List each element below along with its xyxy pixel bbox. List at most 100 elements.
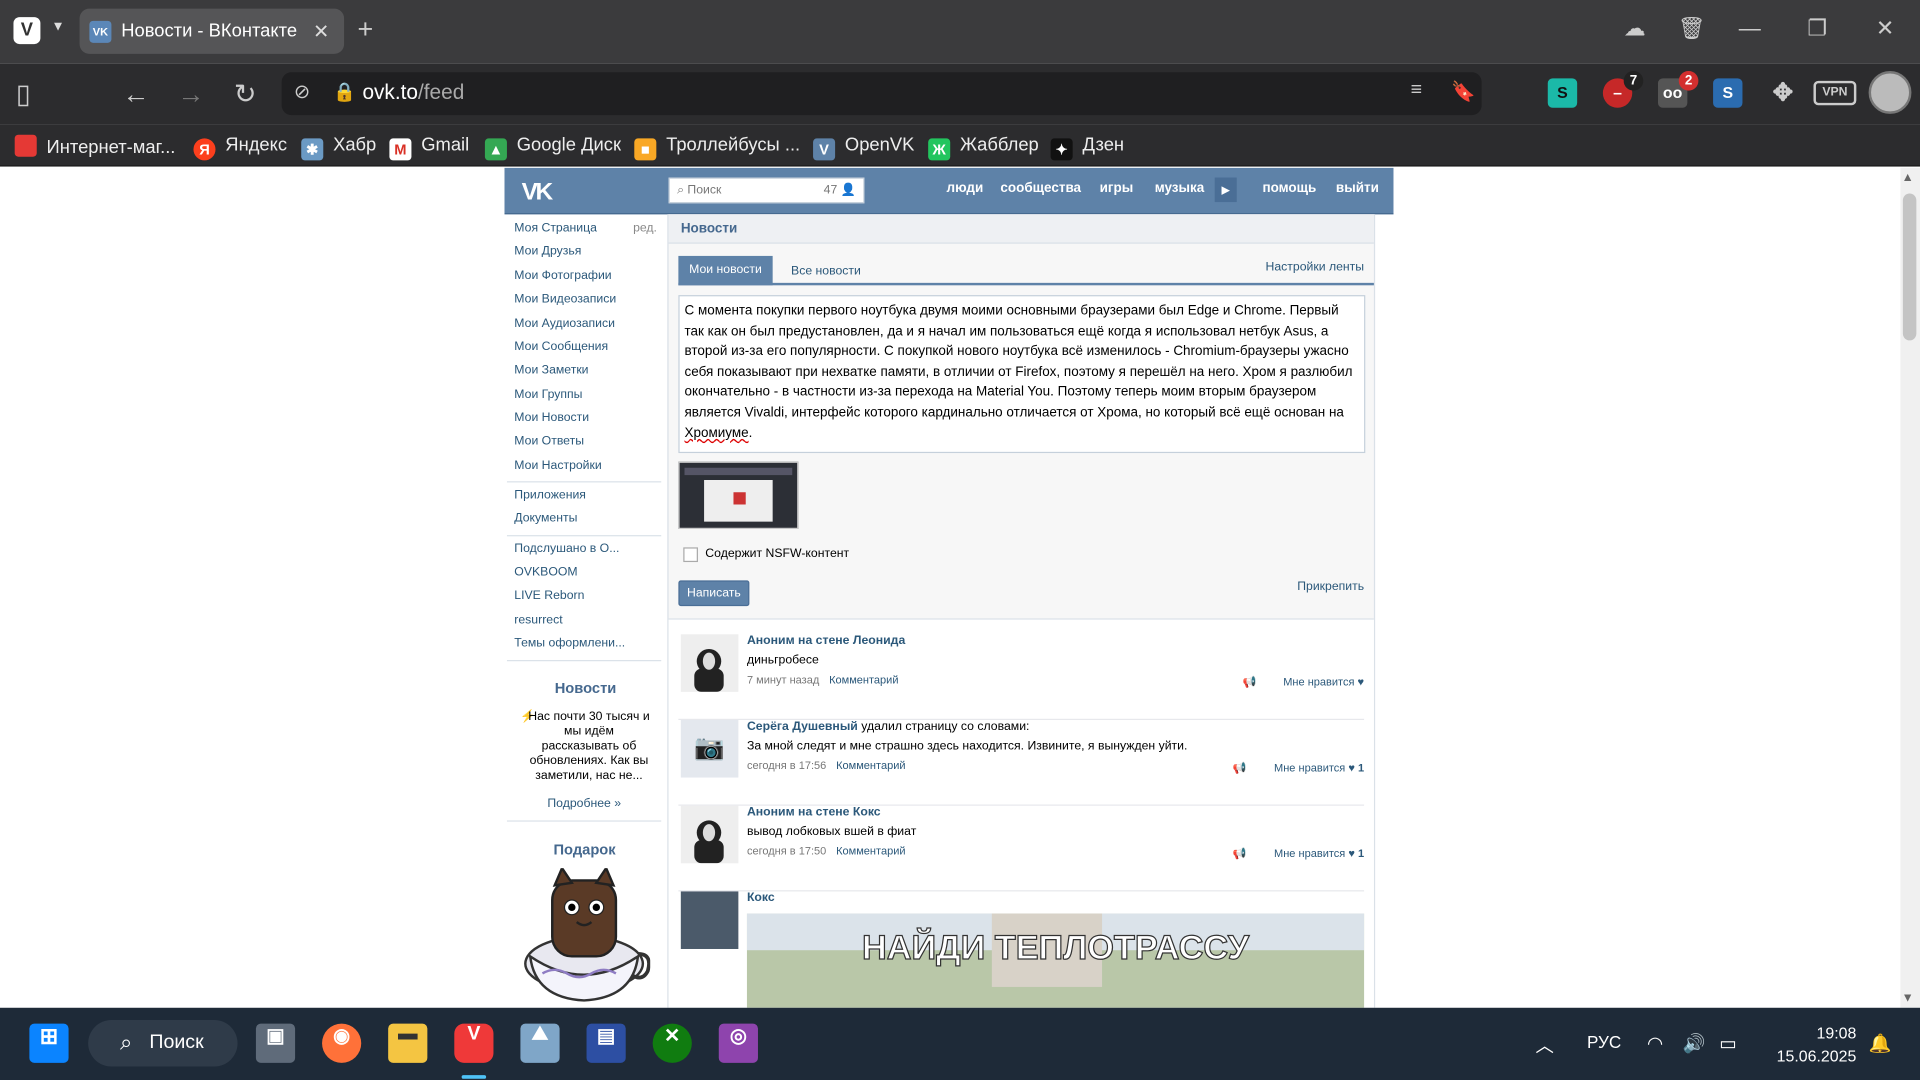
play-icon[interactable]: ▶ [1214, 177, 1237, 203]
menu-my-page[interactable]: Моя Страница [514, 222, 597, 235]
menu-news[interactable]: Мои Новости [514, 411, 589, 424]
menu-edit-link[interactable]: ред. [633, 222, 657, 235]
browser-tab[interactable]: VK Новости - ВКонтакте ✕ [79, 8, 345, 54]
menu-settings[interactable]: Мои Настройки [514, 459, 601, 472]
bookmark-item[interactable]: Интернет-маг... [14, 134, 175, 158]
menu-videos[interactable]: Мои Видеозаписи [514, 293, 616, 306]
save-disk-icon[interactable]: ▤ [586, 1023, 626, 1063]
profile-avatar[interactable] [1868, 71, 1912, 114]
nav-logout[interactable]: выйти [1336, 181, 1379, 196]
vivaldi-logo-icon[interactable]: V [13, 17, 41, 45]
panel-toggle-icon[interactable]: ▯ [16, 79, 31, 109]
bookmark-item[interactable]: Я Яндекс [193, 135, 287, 161]
like-button[interactable]: Мне нравится ♥ [1283, 676, 1364, 688]
close-window-button[interactable]: ✕ [1876, 16, 1894, 42]
menu-messages[interactable]: Мои Сообщения [514, 340, 608, 353]
bookmark-item[interactable]: ▲ Google Диск [484, 135, 621, 161]
xbox-icon[interactable]: ✕ [652, 1023, 692, 1063]
avatar[interactable] [680, 634, 739, 692]
post-author[interactable]: Аноним на стене Кокс [747, 806, 881, 819]
chevron-down-icon[interactable]: ▼ [51, 20, 64, 35]
menu-group-link[interactable]: LIVE Reborn [514, 589, 584, 602]
avatar[interactable] [680, 805, 739, 864]
post-time[interactable]: сегодня в 17:56 [747, 759, 826, 771]
menu-groups[interactable]: Мои Группы [514, 388, 582, 401]
menu-apps[interactable]: Приложения [514, 489, 586, 502]
new-tab-button[interactable]: + [358, 15, 374, 43]
attached-image-thumbnail[interactable] [678, 461, 799, 529]
menu-group-link[interactable]: Подслушано в О... [514, 542, 619, 555]
share-icon[interactable]: 📢 [1243, 676, 1257, 689]
extension-s2-icon[interactable]: S [1713, 78, 1743, 108]
back-button[interactable]: ← [122, 79, 149, 109]
close-tab-icon[interactable]: ✕ [313, 20, 329, 44]
post-composer-textarea[interactable]: С момента покупки первого ноутбука двумя… [678, 295, 1366, 454]
tracker-shield-icon[interactable]: ⊘ [294, 80, 310, 104]
like-button[interactable]: Мне нравится ♥ 1 [1274, 847, 1364, 859]
address-bar[interactable]: ⊘ 🔒 ovk.to/feed ≡ 🔖 [281, 72, 1482, 116]
comment-link[interactable]: Комментарий [836, 845, 905, 857]
avatar[interactable] [680, 891, 739, 949]
comment-link[interactable]: Комментарий [829, 673, 898, 685]
windows-start-icon[interactable]: ⊞ [29, 1023, 69, 1063]
avatar[interactable]: 📷 [680, 720, 739, 778]
post-time[interactable]: сегодня в 17:50 [747, 845, 826, 857]
battery-icon[interactable]: ▭ [1719, 1032, 1736, 1054]
nav-people[interactable]: люди [947, 181, 984, 196]
scroll-up-icon[interactable]: ▲ [1902, 171, 1914, 184]
bookmark-icon[interactable]: 🔖 [1451, 80, 1475, 104]
nav-music[interactable]: музыка [1155, 181, 1205, 196]
tab-all-news[interactable]: Все новости [791, 264, 861, 277]
nsfw-label[interactable]: Содержит NSFW-контент [705, 547, 849, 560]
photos-icon[interactable]: ⛰ [520, 1023, 560, 1063]
app-icon[interactable]: ◎ [718, 1023, 758, 1063]
extensions-puzzle-icon[interactable]: ✥ [1768, 78, 1797, 107]
post-image[interactable]: НАЙДИ ТЕПЛОТРАССУ [746, 913, 1365, 1008]
taskbar-search[interactable]: ⌕ Поиск [88, 1020, 238, 1067]
task-view-icon[interactable]: ▣ [255, 1023, 296, 1063]
bookmark-item[interactable]: ✱ Хабр [301, 135, 376, 161]
bookmark-item[interactable]: M Gmail [389, 135, 469, 161]
taskbar-clock[interactable]: 19:08 15.06.2025 [1768, 1021, 1857, 1068]
post-time[interactable]: 7 минут назад [747, 673, 819, 685]
menu-documents[interactable]: Документы [514, 512, 577, 525]
menu-notes[interactable]: Мои Заметки [514, 364, 588, 377]
volume-icon[interactable]: 🔊 [1682, 1032, 1705, 1054]
feed-settings-link[interactable]: Настройки ленты [1266, 261, 1365, 274]
restore-button[interactable]: ❐ [1807, 16, 1827, 42]
post-button[interactable]: Написать [678, 580, 750, 607]
comment-link[interactable]: Комментарий [836, 759, 905, 771]
chevron-up-icon[interactable]: ︿ [1536, 1032, 1554, 1058]
scrollbar-thumb[interactable] [1902, 193, 1917, 341]
tab-my-news[interactable]: Мои новости [678, 255, 773, 286]
post-author[interactable]: Серёга Душевный удалил страницу со слова… [747, 720, 1029, 733]
vivaldi-taskbar-icon[interactable]: V [454, 1023, 494, 1063]
vk-logo-icon[interactable]: VK [522, 179, 554, 207]
menu-group-link[interactable]: OVKBOOM [514, 566, 577, 579]
post-author[interactable]: Кокс [747, 891, 775, 904]
side-news-more-link[interactable]: Подробнее » [547, 797, 621, 810]
attach-link[interactable]: Прикрепить [1297, 580, 1364, 593]
nav-games[interactable]: игры [1100, 181, 1134, 196]
bookmark-item[interactable]: ✦ Дзен [1050, 135, 1124, 161]
vpn-icon[interactable]: VPN [1813, 80, 1857, 106]
trash-icon[interactable]: 🗑 [1678, 16, 1706, 42]
bookmark-item[interactable]: Ж Жабблер [928, 135, 1039, 161]
gift-cat-image[interactable] [518, 868, 651, 1008]
nsfw-checkbox[interactable] [683, 547, 698, 563]
share-icon[interactable]: 📢 [1233, 762, 1247, 775]
menu-group-link[interactable]: resurrect [514, 613, 562, 626]
language-indicator[interactable]: РУС [1587, 1032, 1621, 1052]
bookmark-item[interactable]: V OpenVK [813, 135, 914, 161]
extension-s-icon[interactable]: S [1547, 78, 1578, 108]
forward-button[interactable]: → [178, 79, 205, 109]
reload-button[interactable]: ↻ [234, 79, 257, 109]
firefox-icon[interactable]: ◉ [322, 1023, 362, 1063]
notifications-icon[interactable]: 🔔 [1869, 1032, 1892, 1054]
minimize-button[interactable]: — [1739, 16, 1761, 42]
share-icon[interactable]: 📢 [1233, 847, 1247, 860]
search-input[interactable]: ⌕ Поиск 47 👤 [668, 177, 865, 204]
wifi-icon[interactable]: ◠ [1647, 1032, 1663, 1054]
bookmark-item[interactable]: ■ Троллейбусы ... [634, 135, 800, 161]
menu-friends[interactable]: Мои Друзья [514, 245, 581, 258]
